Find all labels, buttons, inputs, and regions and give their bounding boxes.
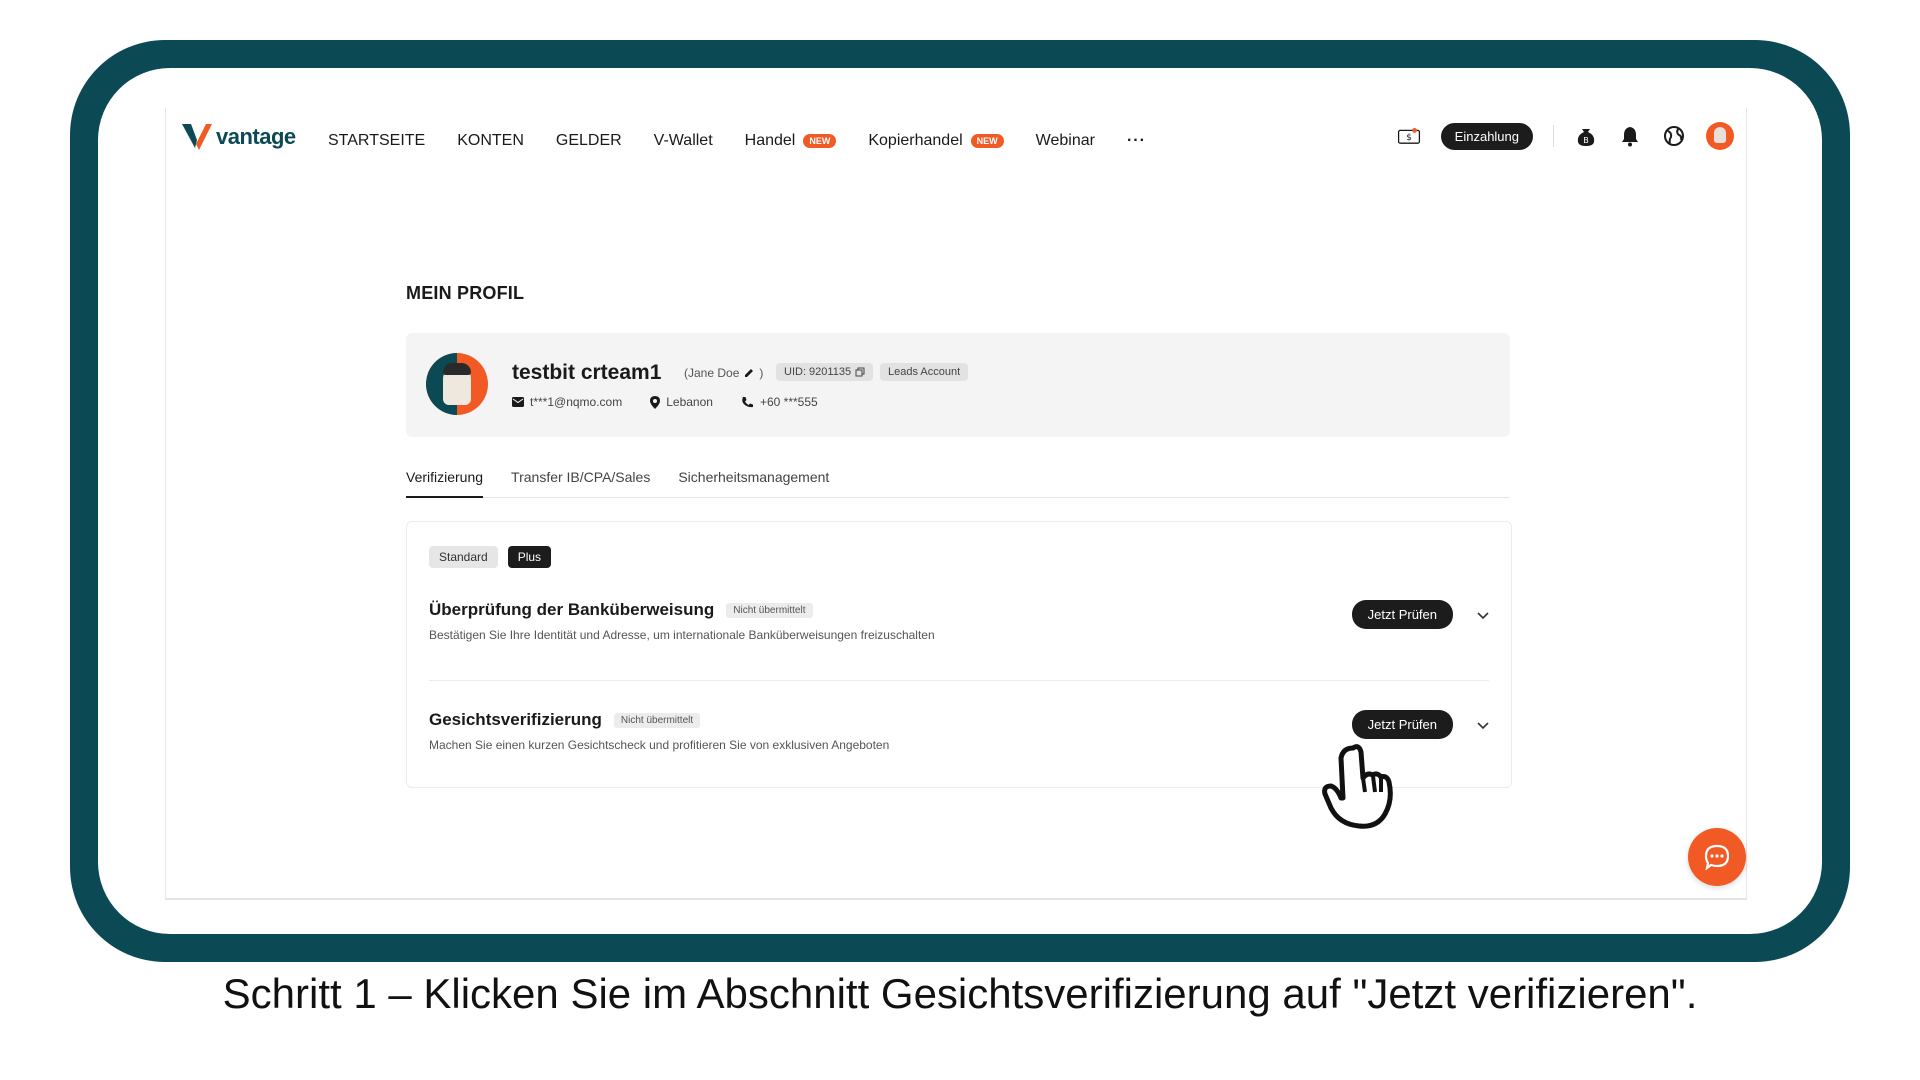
rewards-ticket-icon[interactable]: $ [1397, 124, 1421, 148]
globe-icon[interactable] [1662, 124, 1686, 148]
uid-text: UID: 9201135 [784, 366, 852, 378]
chevron-down-icon[interactable] [1475, 607, 1491, 623]
row-title: Überprüfung der Banküberweisung Nicht üb… [429, 600, 1491, 620]
profile-country: Lebanon [650, 395, 713, 409]
nav-label: STARTSEITE [328, 132, 426, 149]
nav-label: Kopierhandel [868, 132, 963, 149]
status-badge: Nicht übermittelt [613, 712, 701, 728]
main-nav: STARTSEITE KONTEN GELDER V-Wallet Handel… [328, 132, 1146, 150]
bell-icon[interactable] [1618, 124, 1642, 148]
nav-item-handel[interactable]: Handel NEW [745, 132, 837, 150]
nav-item-konten[interactable]: KONTEN [457, 132, 524, 150]
bank-transfer-verification-row: Überprüfung der Banküberweisung Nicht üb… [429, 600, 1491, 642]
nav-item-gelder[interactable]: GELDER [556, 132, 622, 150]
phone-text: +60 ***555 [759, 395, 818, 409]
nav-label: GELDER [555, 132, 622, 149]
row-description: Bestätigen Sie Ihre Identität und Adress… [429, 628, 935, 642]
account-type-chip: Leads Account [880, 363, 969, 381]
nav-divider [1553, 125, 1554, 147]
deposit-button[interactable]: Einzahlung [1440, 122, 1533, 150]
new-badge: NEW [970, 134, 1004, 148]
uid-chip: UID: 9201135 [776, 363, 874, 381]
vantage-logo-icon [182, 124, 212, 150]
nav-item-v-wallet[interactable]: V-Wallet [654, 132, 713, 150]
mail-icon [512, 397, 524, 407]
phone-icon [742, 396, 753, 407]
profile-meta: t***1@nqmo.com Lebanon +60 ***555 [512, 395, 818, 409]
level-toggle: Standard Plus [429, 546, 552, 568]
profile-real-name: (Jane Doe ) [684, 366, 764, 380]
nav-label: Handel [744, 132, 796, 149]
profile-avatar [426, 353, 488, 415]
nav-right-actions: $ Einzahlung B [1397, 122, 1734, 150]
profile-email: t***1@nqmo.com [512, 395, 622, 409]
row-title: Gesichtsverifizierung Nicht übermittelt [429, 710, 1491, 730]
bitcoin-bag-icon[interactable]: B [1574, 124, 1598, 148]
profile-card: testbit crteam1 (Jane Doe ) UID: 9201135… [406, 333, 1510, 437]
top-navigation: vantage STARTSEITE KONTEN GELDER V-Walle… [166, 108, 1746, 164]
real-name-text: (Jane Doe [684, 366, 740, 380]
pointer-hand-icon [1322, 744, 1393, 829]
row-title-text: Überprüfung der Banküberweisung [429, 600, 715, 619]
app-window: vantage STARTSEITE KONTEN GELDER V-Walle… [165, 108, 1747, 900]
nav-item-startseite[interactable]: STARTSEITE [328, 132, 425, 150]
bank-transfer-check-button[interactable]: Jetzt Prüfen [1351, 600, 1453, 629]
svg-text:$: $ [1406, 133, 1412, 143]
nav-label: V-Wallet [653, 132, 713, 149]
tab-verifizierung[interactable]: Verifizierung [406, 465, 484, 498]
nav-item-kopierhandel[interactable]: Kopierhandel NEW [868, 132, 1004, 150]
edit-pencil-icon[interactable] [743, 367, 755, 379]
tab-sicherheitsmanagement[interactable]: Sicherheitsmanagement [678, 465, 829, 497]
tutorial-caption: Schritt 1 – Klicken Sie im Abschnitt Ges… [222, 970, 1698, 1017]
user-avatar[interactable] [1706, 122, 1734, 150]
level-standard-button[interactable]: Standard [429, 546, 498, 568]
page-title: MEIN PROFIL [406, 283, 525, 303]
nav-more-button[interactable]: ··· [1127, 132, 1146, 150]
chat-icon [1704, 844, 1730, 871]
email-text: t***1@nqmo.com [530, 395, 623, 409]
profile-name: testbit crteam1 [512, 361, 662, 384]
chevron-down-icon[interactable] [1475, 717, 1491, 733]
location-pin-icon [650, 395, 661, 409]
profile-tabs: Verifizierung Transfer IB/CPA/Sales Sich… [406, 465, 1510, 498]
tab-transfer[interactable]: Transfer IB/CPA/Sales [511, 465, 650, 497]
vantage-logo[interactable]: vantage [182, 124, 296, 150]
frame-inner: vantage STARTSEITE KONTEN GELDER V-Walle… [98, 68, 1822, 934]
nav-label: Webinar [1035, 132, 1095, 149]
row-divider [429, 680, 1489, 681]
level-plus-button[interactable]: Plus [507, 546, 552, 568]
svg-text:B: B [1583, 136, 1589, 145]
row-actions: Jetzt Prüfen [1351, 710, 1491, 739]
status-badge: Nicht übermittelt [726, 602, 813, 618]
row-title-text: Gesichtsverifizierung [429, 710, 602, 729]
country-text: Lebanon [666, 395, 713, 409]
new-badge: NEW [803, 134, 837, 148]
nav-item-webinar[interactable]: Webinar [1036, 132, 1095, 150]
row-actions: Jetzt Prüfen [1351, 600, 1491, 629]
face-verification-check-button[interactable]: Jetzt Prüfen [1351, 710, 1453, 739]
tutorial-frame: vantage STARTSEITE KONTEN GELDER V-Walle… [70, 40, 1850, 962]
logo-text: vantage [216, 124, 296, 149]
nav-label: KONTEN [457, 132, 524, 149]
chat-support-button[interactable] [1688, 828, 1746, 886]
copy-icon[interactable] [855, 367, 865, 377]
profile-phone: +60 ***555 [741, 395, 818, 409]
